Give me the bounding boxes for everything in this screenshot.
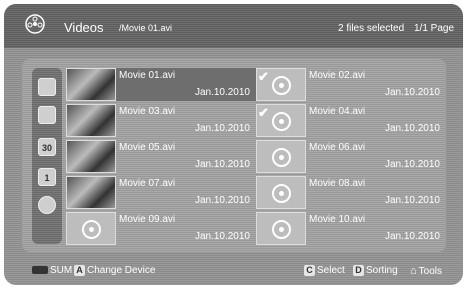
file-name: Movie 02.avi [309,70,366,81]
file-name: Movie 04.avi [309,106,366,117]
page-indicator: 1/1 Page [414,23,455,34]
video-thumbnail [256,140,306,173]
video-thumbnail [66,176,116,209]
sorting-button[interactable]: D Sorting [353,265,398,276]
preference-view-icon[interactable] [38,106,56,124]
a-key-icon: A [74,265,85,276]
tools-button[interactable]: ⌂ Tools [410,265,442,277]
file-name: Movie 06.avi [309,142,366,153]
d-key-icon: D [353,265,364,276]
sum-key-icon [32,266,48,275]
film-reel-icon [272,76,291,95]
footer-bar: SUM A Change Device C Select D Sorting ⌂ Too… [4,259,463,285]
file-item[interactable]: Movie 07.avi Jan.10.2010 [66,176,256,209]
file-item[interactable]: Movie 06.avi Jan.10.2010 [256,140,446,173]
checkmark-icon: ✔ [258,69,269,84]
current-path: /Movie 01.avi [119,23,173,33]
file-name: Movie 10.avi [309,214,366,225]
file-name: Movie 05.avi [119,142,176,153]
file-date: Jan.10.2010 [384,231,440,242]
file-name: Movie 03.avi [119,106,176,117]
tools-icon: ⌂ [410,265,417,277]
view-mode-sidebar[interactable]: 30 1 [32,68,62,244]
file-item[interactable]: ✔ Movie 04.avi Jan.10.2010 [256,104,446,137]
file-date: Jan.10.2010 [194,159,250,170]
header-bar: Videos /Movie 01.avi 2 files selected 1/… [4,4,463,48]
select-button[interactable]: C Select [304,265,345,276]
file-item[interactable]: Movie 01.avi Jan.10.2010 [66,68,256,101]
file-item[interactable]: Movie 05.avi Jan.10.2010 [66,140,256,173]
file-name: Movie 08.avi [309,178,366,189]
file-item[interactable]: Movie 03.avi Jan.10.2010 [66,104,256,137]
file-item[interactable]: ✔ Movie 02.avi Jan.10.2010 [256,68,446,101]
file-date: Jan.10.2010 [384,159,440,170]
checkmark-icon: ✔ [258,105,269,120]
film-reel-icon [272,148,291,167]
c-key-icon: C [304,265,315,276]
sum-button[interactable]: SUM [32,265,72,276]
video-thumbnail [66,212,116,245]
file-date: Jan.10.2010 [194,195,250,206]
file-date: Jan.10.2010 [194,123,250,134]
videos-app-icon [25,14,45,34]
change-device-button[interactable]: A Change Device [74,265,155,276]
selection-count: 2 files selected [338,23,405,34]
video-thumbnail [66,140,116,173]
video-thumbnail [256,176,306,209]
file-name: Movie 09.avi [119,214,176,225]
media-browser-screen: Videos /Movie 01.avi 2 files selected 1/… [4,4,463,285]
film-reel-icon [272,220,291,239]
video-thumbnail [256,212,306,245]
video-thumbnail [66,68,116,101]
file-date: Jan.10.2010 [384,123,440,134]
file-date: Jan.10.2010 [384,87,440,98]
file-item[interactable]: Movie 10.avi Jan.10.2010 [256,212,446,245]
genre-view-icon[interactable] [38,196,56,214]
number-view-icon[interactable]: 1 [38,168,56,186]
file-date: Jan.10.2010 [194,87,250,98]
file-item[interactable]: Movie 09.avi Jan.10.2010 [66,212,256,245]
video-thumbnail [66,104,116,137]
file-date: Jan.10.2010 [384,195,440,206]
file-date: Jan.10.2010 [194,231,250,242]
page-title: Videos [64,20,104,35]
film-reel-icon [272,184,291,203]
file-item[interactable]: Movie 08.avi Jan.10.2010 [256,176,446,209]
file-name: Movie 01.avi [119,70,176,81]
film-reel-icon [272,112,291,131]
file-name: Movie 07.avi [119,178,176,189]
folder-view-icon[interactable] [38,78,56,96]
calendar-view-icon[interactable]: 30 [38,138,56,156]
film-reel-icon [82,220,101,239]
